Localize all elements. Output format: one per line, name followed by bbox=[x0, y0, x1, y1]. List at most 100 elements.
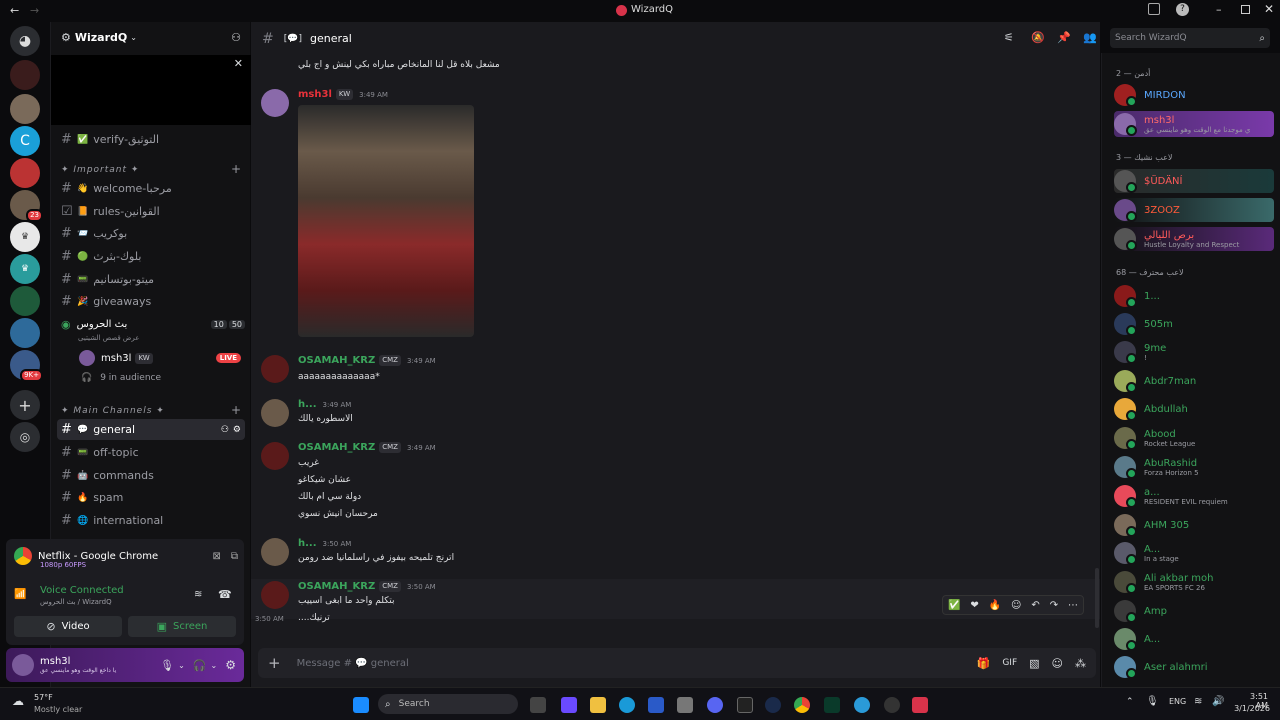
help-icon[interactable]: ? bbox=[1176, 3, 1189, 16]
member-list-icon[interactable]: 👥 bbox=[1083, 31, 1097, 44]
tray-chevron-icon[interactable]: ⌃ bbox=[1126, 697, 1134, 707]
banner-close-icon[interactable]: ✕ bbox=[234, 57, 243, 70]
member-item[interactable]: Ali akbar moh EA SPORTS FC 26 bbox=[1114, 570, 1274, 594]
language-indicator[interactable]: ENG bbox=[1169, 697, 1186, 706]
discord-icon[interactable] bbox=[707, 697, 723, 713]
member-item[interactable]: $ÜDÄNÍ bbox=[1114, 169, 1274, 193]
volume-icon[interactable]: 🔊 bbox=[1212, 696, 1224, 707]
apps-icon[interactable]: ⁂ bbox=[1075, 657, 1086, 670]
soundboard-icon[interactable]: ≋ bbox=[194, 589, 202, 600]
username[interactable]: OSAMAH_KRZ bbox=[298, 581, 375, 592]
task-view-icon[interactable] bbox=[530, 697, 546, 713]
member-item[interactable]: Aser alahmri bbox=[1114, 655, 1274, 679]
channel-international[interactable]: # 🌐 international bbox=[57, 510, 245, 531]
channel-giveaways[interactable]: # 🎉 giveaways bbox=[57, 291, 245, 312]
server-icon[interactable] bbox=[10, 60, 40, 90]
server-icon[interactable]: 23 bbox=[10, 190, 43, 222]
avatar[interactable] bbox=[261, 581, 289, 609]
more-icon[interactable]: ⋯ bbox=[1068, 600, 1078, 611]
signal-icon[interactable]: 📶 bbox=[14, 589, 26, 600]
epic-games-icon[interactable] bbox=[737, 697, 753, 713]
server-folder-icon[interactable]: 9K+ bbox=[10, 350, 43, 382]
channel-off-topic[interactable]: # 📟 off-topic bbox=[57, 442, 245, 463]
voice-user[interactable]: msh3l KW LIVE bbox=[79, 350, 241, 366]
forward-icon[interactable]: ↷ bbox=[1050, 600, 1058, 611]
scrollbar[interactable] bbox=[1095, 568, 1099, 628]
headphones-icon[interactable]: 🎧 bbox=[193, 659, 207, 672]
avatar[interactable] bbox=[261, 89, 289, 117]
settings-gear-icon[interactable]: ⚙ bbox=[233, 425, 241, 435]
server-icon[interactable]: ♛ bbox=[10, 222, 40, 252]
server-icon[interactable] bbox=[10, 158, 40, 188]
member-item[interactable]: 505m bbox=[1114, 312, 1274, 336]
audience-count[interactable]: 🎧 9 in audience bbox=[81, 373, 161, 383]
telegram-icon[interactable] bbox=[854, 697, 870, 713]
screen-button[interactable]: ▣ Screen bbox=[128, 616, 236, 637]
member-item[interactable]: A... In a stage bbox=[1114, 541, 1274, 565]
microphone-icon[interactable]: 🎙 bbox=[160, 659, 174, 672]
member-item[interactable]: Abdullah bbox=[1114, 397, 1274, 421]
discover-icon[interactable]: ◎ bbox=[10, 422, 40, 452]
maximize-icon[interactable] bbox=[1241, 5, 1250, 14]
gift-icon[interactable]: 🎁 bbox=[977, 657, 991, 670]
username[interactable]: h... bbox=[298, 538, 317, 549]
member-item[interactable]: 1... bbox=[1114, 284, 1274, 308]
stop-stream-icon[interactable]: ⊠ bbox=[212, 551, 220, 562]
channel-item[interactable]: # 🟢 بلوك-بثرث bbox=[57, 246, 245, 267]
edge-icon[interactable] bbox=[619, 697, 635, 713]
settings-gear-icon[interactable]: ⚙ bbox=[225, 658, 236, 672]
server-icon[interactable]: C bbox=[10, 126, 40, 156]
forward-arrow-icon[interactable]: → bbox=[30, 4, 39, 17]
chrome-icon[interactable] bbox=[794, 697, 810, 713]
avatar[interactable] bbox=[12, 654, 34, 676]
search-input[interactable]: Search WizardQ bbox=[1115, 33, 1187, 43]
attach-plus-icon[interactable]: + bbox=[268, 654, 281, 672]
member-item[interactable]: a... RESIDENT EVIL requiem bbox=[1114, 484, 1274, 508]
invite-icon[interactable]: ⚇ bbox=[231, 31, 241, 44]
server-icon[interactable] bbox=[10, 318, 40, 348]
discord-home-icon[interactable]: ◕ bbox=[10, 26, 40, 56]
member-item[interactable]: 3ZOOZ bbox=[1114, 198, 1274, 222]
popout-icon[interactable]: ⧉ bbox=[231, 551, 238, 562]
chevron-down-icon[interactable]: ⌄ bbox=[178, 661, 185, 670]
member-item[interactable]: MIRDON bbox=[1114, 83, 1274, 107]
server-icon[interactable]: ♛ bbox=[10, 254, 40, 284]
app-icon[interactable] bbox=[884, 697, 900, 713]
channel-item[interactable]: # 📟 ميتو-بوتسانيم bbox=[57, 269, 245, 290]
username[interactable]: msh3l bbox=[298, 89, 332, 100]
reply-icon[interactable]: ↶ bbox=[1031, 600, 1039, 611]
wifi-icon[interactable]: ≋ bbox=[1194, 696, 1202, 707]
copilot-icon[interactable] bbox=[561, 697, 577, 713]
steam-icon[interactable] bbox=[765, 697, 781, 713]
search-bar[interactable]: Search WizardQ ⌕ bbox=[1110, 28, 1270, 48]
category-main[interactable]: ✦ Main Channels ✦ bbox=[61, 406, 165, 416]
channel-general[interactable]: # 💬 general ⚇ ⚙ bbox=[57, 419, 245, 440]
file-explorer-icon[interactable] bbox=[590, 697, 606, 713]
add-channel-icon[interactable]: + bbox=[231, 403, 241, 417]
emoji-icon[interactable]: ☺ bbox=[1052, 657, 1063, 670]
voice-channel[interactable]: ◉ بث الحروس 10 50 bbox=[61, 318, 245, 331]
avatar[interactable] bbox=[261, 442, 289, 470]
server-icon[interactable] bbox=[10, 286, 40, 316]
member-item[interactable]: Abdr7man bbox=[1114, 369, 1274, 393]
wizardq-app-icon[interactable] bbox=[912, 697, 928, 713]
username[interactable]: h... bbox=[298, 399, 317, 410]
avatar[interactable] bbox=[261, 538, 289, 566]
sticker-icon[interactable]: ▧ bbox=[1029, 657, 1039, 670]
taskbar-search[interactable]: ⌕ Search bbox=[378, 694, 518, 714]
microphone-icon[interactable]: 🎙 bbox=[1146, 696, 1159, 707]
member-item[interactable]: برص الليالي Hustle Loyalty and Respect bbox=[1114, 227, 1274, 251]
app-icon[interactable] bbox=[824, 697, 840, 713]
member-item[interactable]: 9me! bbox=[1114, 340, 1274, 364]
avatar[interactable] bbox=[261, 399, 289, 427]
gif-icon[interactable]: GIF bbox=[1002, 658, 1017, 668]
member-item[interactable]: AHM 305 bbox=[1114, 513, 1274, 537]
member-item[interactable]: Abood Rocket League bbox=[1114, 426, 1274, 450]
channel-item[interactable]: # 📨 بوكريب bbox=[57, 223, 245, 244]
channel-verify[interactable]: # ✅ verify-التوثيق bbox=[57, 129, 245, 150]
member-item[interactable]: Amp bbox=[1114, 599, 1274, 623]
weather-temp[interactable]: 57°F bbox=[34, 693, 53, 702]
add-server-icon[interactable]: + bbox=[10, 390, 40, 420]
heart-reaction-icon[interactable]: ❤ bbox=[970, 600, 978, 611]
check-reaction-icon[interactable]: ✅ bbox=[948, 600, 960, 611]
